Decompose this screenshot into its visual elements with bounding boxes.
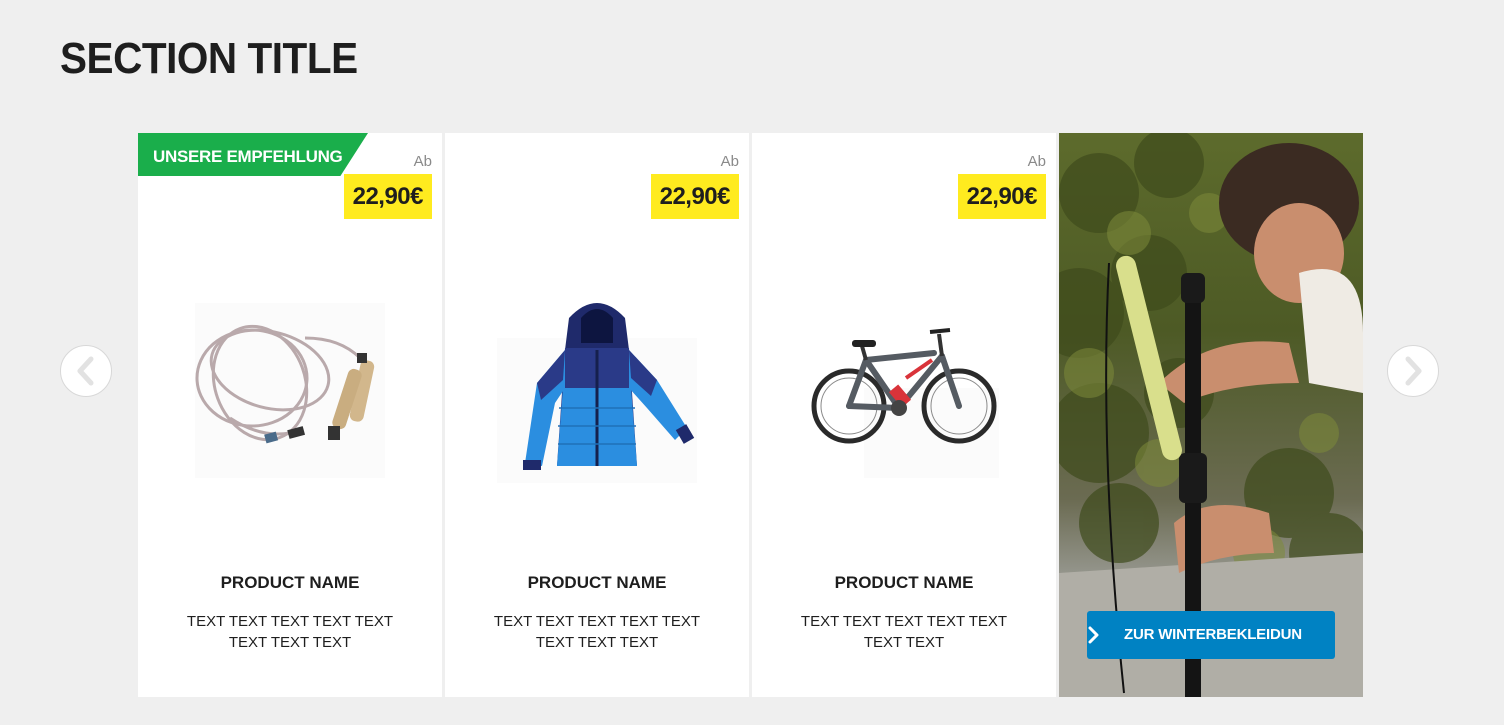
product-card[interactable]: UNSERE EMPFEHLUNG Ab 22,90€ PRODUCT NAME… — [138, 133, 442, 697]
price-prefix: Ab — [1027, 153, 1046, 170]
price-prefix: Ab — [413, 153, 432, 170]
price-badge: 22,90€ — [957, 174, 1046, 219]
product-name[interactable]: PRODUCT NAME — [752, 573, 1056, 593]
product-card[interactable]: Ab 22,90€ PRODUCT NAME TEXT TEXT TEXT TE… — [445, 133, 749, 697]
price-badge: 22,90€ — [343, 174, 432, 219]
promo-cta-label: ZUR WINTERBEKLEIDUN — [1124, 626, 1302, 643]
product-carousel: UNSERE EMPFEHLUNG Ab 22,90€ PRODUCT NAME… — [138, 133, 1363, 697]
product-name[interactable]: PRODUCT NAME — [445, 573, 749, 593]
section-title: SECTION TITLE — [60, 34, 358, 83]
product-name[interactable]: PRODUCT NAME — [138, 573, 442, 593]
price-prefix: Ab — [720, 153, 739, 170]
hybrid-bike-image[interactable] — [804, 298, 1004, 478]
chevron-right-icon — [1088, 626, 1099, 644]
ski-jacket-image[interactable] — [497, 298, 697, 483]
product-description: TEXT TEXT TEXT TEXT TEXT TEXT TEXT — [800, 613, 1008, 651]
product-description: TEXT TEXT TEXT TEXT TEXT TEXT TEXT TEXT — [186, 613, 394, 651]
promo-tile[interactable]: ZUR WINTERBEKLEIDUN — [1059, 133, 1363, 697]
jump-rope-image[interactable] — [190, 298, 390, 478]
product-description: TEXT TEXT TEXT TEXT TEXT TEXT TEXT TEXT — [493, 613, 701, 651]
chevron-right-icon — [1405, 356, 1422, 386]
carousel-prev-button[interactable] — [60, 345, 112, 397]
carousel-next-button[interactable] — [1387, 345, 1439, 397]
chevron-left-icon — [77, 356, 94, 386]
product-card[interactable]: Ab 22,90€ PRODUCT NAME TEXT TEXT TEXT TE… — [752, 133, 1056, 697]
promo-cta-button[interactable]: ZUR WINTERBEKLEIDUN — [1087, 611, 1335, 659]
price-badge: 22,90€ — [650, 174, 739, 219]
recommendation-ribbon: UNSERE EMPFEHLUNG — [138, 133, 368, 176]
